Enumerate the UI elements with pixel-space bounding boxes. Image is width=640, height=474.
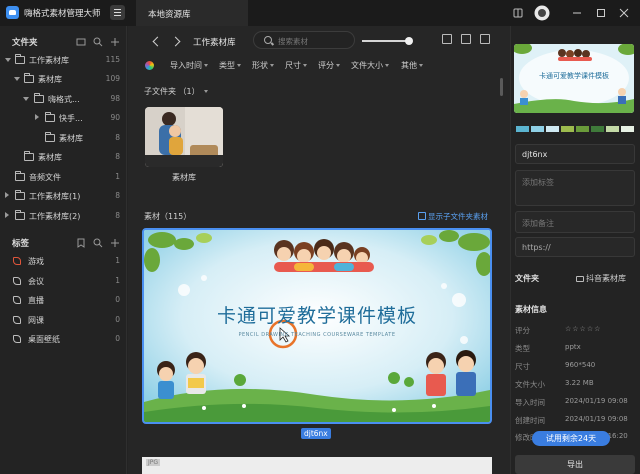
color-swatch[interactable] bbox=[531, 126, 544, 132]
sidebar-item-tag[interactable]: 会议 1 bbox=[0, 272, 126, 291]
menu-button[interactable] bbox=[110, 5, 125, 20]
material-card-subtitle: PENCIL DRAWING TEACHING COURSEWARE TEMPL… bbox=[238, 332, 396, 338]
color-swatch[interactable] bbox=[561, 126, 574, 132]
sidebar-item-folder[interactable]: 素材库 109 bbox=[0, 70, 126, 89]
sidebar-item-folder[interactable]: 工作素材库(1) 8 bbox=[0, 187, 126, 206]
zoom-slider-fill bbox=[362, 40, 409, 42]
material-name-field[interactable]: djt6nx bbox=[515, 144, 635, 164]
sidebar-item-folder[interactable]: 素材库 8 bbox=[0, 129, 126, 148]
folder-value[interactable]: 抖音素材库 bbox=[576, 273, 626, 284]
color-swatch[interactable] bbox=[591, 126, 604, 132]
subfolders-heading[interactable]: 子文件夹 （1） bbox=[144, 86, 209, 97]
filter-shape[interactable]: 形状 bbox=[252, 60, 274, 71]
subfolder-name: 素材库 bbox=[172, 173, 196, 182]
sidebar-item-tag[interactable]: 网课 0 bbox=[0, 311, 126, 330]
rating-stars[interactable]: ☆☆☆☆☆ bbox=[565, 325, 601, 333]
color-filter-icon[interactable] bbox=[145, 61, 154, 70]
tag-icon bbox=[13, 296, 21, 304]
subfolder-thumbnail[interactable] bbox=[145, 107, 223, 167]
selected-material-name: djt6nx bbox=[301, 428, 331, 439]
color-swatch[interactable] bbox=[546, 126, 559, 132]
info-file-size: 文件大小 3.22 MB bbox=[515, 379, 594, 389]
sidebar-toggle-icon[interactable] bbox=[511, 6, 525, 20]
add-folder-icon[interactable] bbox=[110, 37, 120, 47]
color-swatch[interactable] bbox=[621, 126, 634, 132]
tag-icon bbox=[13, 277, 21, 285]
sidebar-item-folder[interactable]: 音频文件 1 bbox=[0, 168, 126, 187]
search-input[interactable]: 搜索素材 bbox=[253, 31, 355, 49]
sidebar-item-tag[interactable]: 游戏 1 bbox=[0, 252, 126, 271]
tag-icon bbox=[13, 257, 21, 265]
note-input[interactable]: 添加备注 bbox=[515, 211, 635, 233]
show-subfolder-materials-checkbox[interactable]: 显示子文件夹素材 bbox=[418, 211, 488, 222]
color-swatch[interactable] bbox=[516, 126, 529, 132]
tag-search-icon[interactable] bbox=[93, 238, 103, 248]
materials-heading: 素材（115） bbox=[144, 212, 192, 221]
user-avatar[interactable] bbox=[534, 5, 550, 21]
info-created-time: 创建时间 2024/01/19 09:08 bbox=[515, 415, 628, 425]
sidebar-item-folder[interactable]: 工作素材库(2) 8 bbox=[0, 207, 126, 226]
material-card-title: 卡通可爱教学课件模板 bbox=[216, 305, 417, 327]
zoom-slider-knob[interactable] bbox=[405, 37, 413, 45]
sort-icon[interactable] bbox=[442, 34, 452, 44]
sidebar-item-folder[interactable]: 快手... 90 bbox=[0, 109, 126, 128]
add-tag-icon[interactable] bbox=[110, 238, 120, 248]
maximize-icon[interactable] bbox=[594, 6, 608, 20]
color-swatch[interactable] bbox=[576, 126, 589, 132]
search-icon bbox=[264, 36, 272, 44]
filter-other[interactable]: 其他 bbox=[401, 60, 423, 71]
folder-icon bbox=[576, 276, 584, 282]
breadcrumb: 工作素材库 bbox=[193, 38, 236, 48]
sidebar-item-folder[interactable]: 嗨格式... 98 bbox=[0, 90, 126, 109]
filter-import-time[interactable]: 导入时间 bbox=[170, 60, 208, 71]
sidebar-item-folder[interactable]: 素材库 8 bbox=[0, 148, 126, 167]
app-logo-icon bbox=[6, 6, 19, 19]
new-folder-icon[interactable] bbox=[76, 37, 86, 47]
export-button[interactable]: 导出 bbox=[515, 455, 635, 474]
info-dimensions: 尺寸 960*540 bbox=[515, 361, 596, 371]
file-type-badge: JPG bbox=[146, 459, 161, 466]
material-card-selected[interactable]: 卡通可爱教学课件模板 PENCIL DRAWING TEACHING COURS… bbox=[142, 228, 492, 424]
layout-icon[interactable] bbox=[461, 34, 471, 44]
folder-label: 文件夹 bbox=[515, 274, 539, 283]
folders-header: 文件夹 bbox=[12, 38, 38, 48]
tags-header: 标签 bbox=[12, 239, 30, 249]
material-preview: 卡通可爱教学课件模板 bbox=[514, 44, 634, 113]
close-icon[interactable] bbox=[617, 6, 631, 20]
chevron-down-icon bbox=[204, 90, 209, 93]
url-input[interactable]: https:// bbox=[515, 237, 635, 257]
sidebar-item-tag[interactable]: 桌面壁纸 0 bbox=[0, 330, 126, 349]
scrollbar[interactable] bbox=[500, 78, 503, 96]
tab-local-library[interactable]: 本地资源库 bbox=[136, 0, 248, 26]
tag-input[interactable]: 添加标签 bbox=[515, 170, 635, 206]
zoom-slider[interactable] bbox=[362, 37, 413, 45]
tag-icon bbox=[13, 335, 21, 343]
search-icon[interactable] bbox=[93, 37, 103, 47]
minimize-icon[interactable] bbox=[570, 6, 584, 20]
tag-manage-icon[interactable] bbox=[76, 238, 86, 248]
tag-icon bbox=[13, 316, 21, 324]
info-type: 类型 pptx bbox=[515, 343, 581, 353]
filter-size[interactable]: 尺寸 bbox=[285, 60, 307, 71]
filter-type[interactable]: 类型 bbox=[219, 60, 241, 71]
app-title: 嗨格式素材管理大师 bbox=[24, 9, 101, 19]
info-label: 素材信息 bbox=[515, 305, 547, 314]
color-swatch[interactable] bbox=[606, 126, 619, 132]
sidebar-item-tag[interactable]: 直播 0 bbox=[0, 291, 126, 310]
info-rating: 评分 ☆☆☆☆☆ bbox=[515, 325, 602, 335]
preview-title: 卡通可爱教学课件模板 bbox=[539, 72, 609, 80]
sidebar-item-folder[interactable]: 工作素材库 115 bbox=[0, 51, 126, 70]
filter-file-size[interactable]: 文件大小 bbox=[351, 60, 389, 71]
info-import-time: 导入时间 2024/01/19 09:08 bbox=[515, 397, 628, 407]
grid-view-icon[interactable] bbox=[480, 34, 490, 44]
material-card[interactable]: JPG bbox=[142, 457, 492, 474]
filter-rating[interactable]: 评分 bbox=[318, 60, 340, 71]
trial-remaining-badge[interactable]: 试用剩余24天 bbox=[532, 431, 610, 446]
